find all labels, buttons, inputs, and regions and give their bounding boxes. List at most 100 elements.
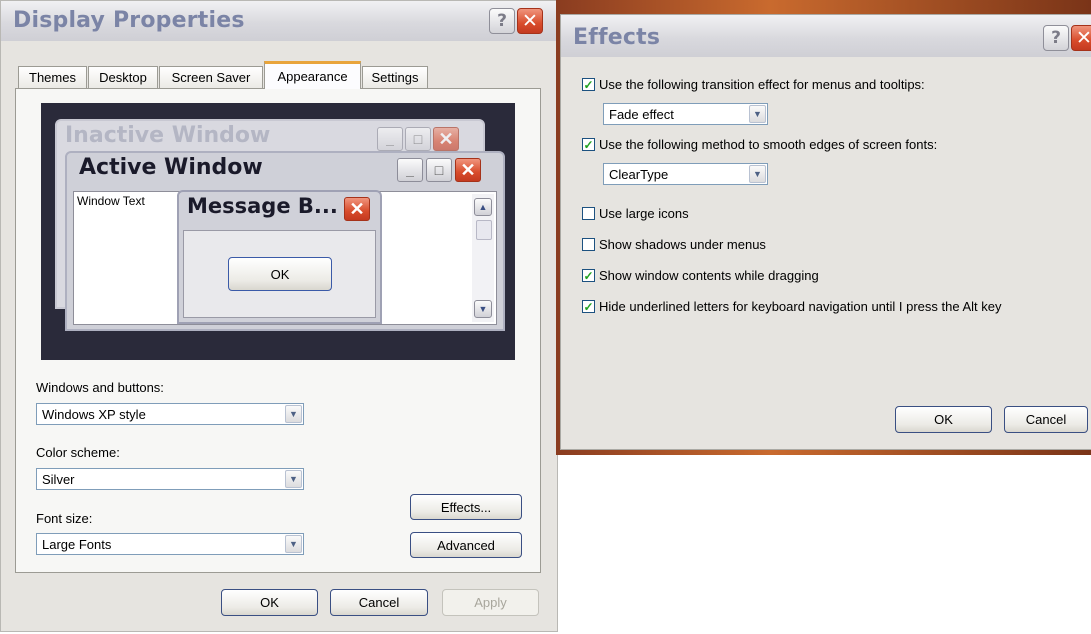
menu-shadows-checkbox[interactable]: Show shadows under menus bbox=[582, 237, 766, 252]
color-scheme-select[interactable]: Silver ▼ bbox=[36, 468, 304, 490]
check-glyph: ✓ bbox=[583, 299, 594, 314]
checkbox-checked-icon[interactable]: ✓ bbox=[582, 138, 595, 151]
scroll-up-icon: ▲ bbox=[474, 198, 492, 216]
scroll-up-glyph: ▲ bbox=[478, 202, 488, 212]
drag-contents-checkbox[interactable]: ✓ Show window contents while dragging bbox=[582, 268, 819, 283]
chevron-down-icon[interactable]: ▼ bbox=[749, 165, 766, 183]
preview-message-box: Message B... ✕ OK bbox=[177, 190, 382, 324]
effects-title: Effects bbox=[573, 25, 661, 50]
question-mark-icon: ? bbox=[497, 11, 507, 31]
maximize-icon: □ bbox=[405, 127, 431, 151]
chevron-down-icon[interactable]: ▼ bbox=[285, 535, 302, 553]
checkbox-label: Use the following method to smooth edges… bbox=[599, 137, 938, 152]
checkbox-label: Hide underlined letters for keyboard nav… bbox=[599, 299, 1002, 314]
color-scheme-label: Color scheme: bbox=[36, 445, 120, 460]
transition-effect-checkbox[interactable]: ✓ Use the following transition effect fo… bbox=[582, 77, 925, 92]
tab-desktop[interactable]: Desktop bbox=[88, 66, 158, 88]
windows-buttons-label: Windows and buttons: bbox=[36, 380, 164, 395]
close-glyph: ✕ bbox=[438, 128, 454, 149]
tab-label: Screen Saver bbox=[171, 70, 251, 85]
smoothing-method-value: ClearType bbox=[609, 166, 669, 182]
checkbox-label: Use large icons bbox=[599, 206, 689, 221]
question-mark-icon: ? bbox=[1051, 28, 1061, 48]
ok-button[interactable]: OK bbox=[221, 589, 318, 616]
preview-ok-button: OK bbox=[228, 257, 332, 291]
display-properties-titlebar[interactable]: Display Properties ? ✕ bbox=[1, 1, 557, 41]
preview-active-title: Active Window bbox=[79, 155, 263, 180]
tab-themes[interactable]: Themes bbox=[18, 66, 87, 88]
preview-ok-label: OK bbox=[270, 266, 290, 282]
apply-button[interactable]: Apply bbox=[442, 589, 539, 616]
large-icons-checkbox[interactable]: Use large icons bbox=[582, 206, 689, 221]
close-icon: ✕ bbox=[344, 197, 370, 221]
font-size-value: Large Fonts bbox=[42, 536, 112, 552]
hide-underlines-checkbox[interactable]: ✓ Hide underlined letters for keyboard n… bbox=[582, 299, 1002, 314]
effects-cancel-label: Cancel bbox=[1025, 412, 1067, 427]
dropdown-glyph: ▼ bbox=[753, 169, 762, 179]
ok-button-label: OK bbox=[260, 595, 279, 610]
tab-label: Desktop bbox=[99, 70, 147, 85]
maximize-icon: □ bbox=[426, 158, 452, 182]
transition-effect-value: Fade effect bbox=[609, 106, 674, 122]
minimize-icon: _ bbox=[397, 158, 423, 182]
advanced-button[interactable]: Advanced bbox=[410, 532, 522, 558]
preview-message-body: OK bbox=[183, 230, 376, 318]
tab-label: Themes bbox=[29, 70, 76, 85]
checkbox-unchecked-icon[interactable] bbox=[582, 238, 595, 251]
help-button[interactable]: ? bbox=[489, 8, 515, 34]
close-button[interactable]: ✕ bbox=[517, 8, 543, 34]
cancel-button-label: Cancel bbox=[358, 595, 400, 610]
checkbox-checked-icon[interactable]: ✓ bbox=[582, 300, 595, 313]
color-scheme-value: Silver bbox=[42, 471, 75, 487]
effects-button-label: Effects... bbox=[440, 499, 492, 515]
minimize-glyph: _ bbox=[406, 162, 414, 178]
effects-button[interactable]: Effects... bbox=[410, 494, 522, 520]
scroll-down-glyph: ▼ bbox=[478, 304, 488, 314]
check-glyph: ✓ bbox=[583, 268, 594, 283]
checkbox-checked-icon[interactable]: ✓ bbox=[582, 269, 595, 282]
close-button[interactable]: ✕ bbox=[1071, 25, 1091, 51]
close-icon: ✕ bbox=[455, 158, 481, 182]
transition-effect-select[interactable]: Fade effect ▼ bbox=[603, 103, 768, 125]
windows-buttons-select[interactable]: Windows XP style ▼ bbox=[36, 403, 304, 425]
minimize-icon: _ bbox=[377, 127, 403, 151]
chevron-down-icon[interactable]: ▼ bbox=[285, 405, 302, 423]
close-glyph: ✕ bbox=[349, 198, 365, 219]
font-size-label: Font size: bbox=[36, 511, 93, 526]
help-button[interactable]: ? bbox=[1043, 25, 1069, 51]
checkbox-label: Show window contents while dragging bbox=[599, 268, 819, 283]
scroll-thumb bbox=[476, 220, 492, 240]
check-glyph: ✓ bbox=[583, 77, 594, 92]
effects-cancel-button[interactable]: Cancel bbox=[1004, 406, 1088, 433]
smooth-fonts-checkbox[interactable]: ✓ Use the following method to smooth edg… bbox=[582, 137, 937, 152]
preview-window-text: Window Text bbox=[77, 194, 145, 208]
minimize-glyph: _ bbox=[386, 131, 394, 147]
tab-appearance[interactable]: Appearance bbox=[264, 61, 361, 89]
tab-screen-saver[interactable]: Screen Saver bbox=[159, 66, 263, 88]
close-icon: ✕ bbox=[522, 10, 538, 32]
dropdown-glyph: ▼ bbox=[289, 474, 298, 484]
cancel-button[interactable]: Cancel bbox=[330, 589, 428, 616]
checkbox-checked-icon[interactable]: ✓ bbox=[582, 78, 595, 91]
scroll-down-icon: ▼ bbox=[474, 300, 492, 318]
dropdown-glyph: ▼ bbox=[289, 409, 298, 419]
preview-scrollbar: ▲ ▼ bbox=[472, 194, 494, 322]
maximize-glyph: □ bbox=[413, 131, 423, 147]
advanced-button-label: Advanced bbox=[437, 537, 495, 553]
tab-label: Appearance bbox=[277, 69, 348, 84]
tab-settings[interactable]: Settings bbox=[362, 66, 428, 88]
apply-button-label: Apply bbox=[474, 595, 507, 610]
appearance-preview: Inactive Window _ □ ✕ Active Window _ □ … bbox=[41, 103, 515, 360]
close-glyph: ✕ bbox=[460, 159, 476, 180]
checkbox-unchecked-icon[interactable] bbox=[582, 207, 595, 220]
effects-ok-button[interactable]: OK bbox=[895, 406, 992, 433]
font-size-select[interactable]: Large Fonts ▼ bbox=[36, 533, 304, 555]
preview-inactive-title: Inactive Window bbox=[65, 123, 271, 148]
close-icon: ✕ bbox=[1076, 27, 1091, 49]
chevron-down-icon[interactable]: ▼ bbox=[285, 470, 302, 488]
close-icon: ✕ bbox=[433, 127, 459, 151]
windows-buttons-value: Windows XP style bbox=[42, 406, 146, 422]
chevron-down-icon[interactable]: ▼ bbox=[749, 105, 766, 123]
effects-titlebar[interactable]: Effects ? ✕ bbox=[561, 15, 1091, 57]
smoothing-method-select[interactable]: ClearType ▼ bbox=[603, 163, 768, 185]
